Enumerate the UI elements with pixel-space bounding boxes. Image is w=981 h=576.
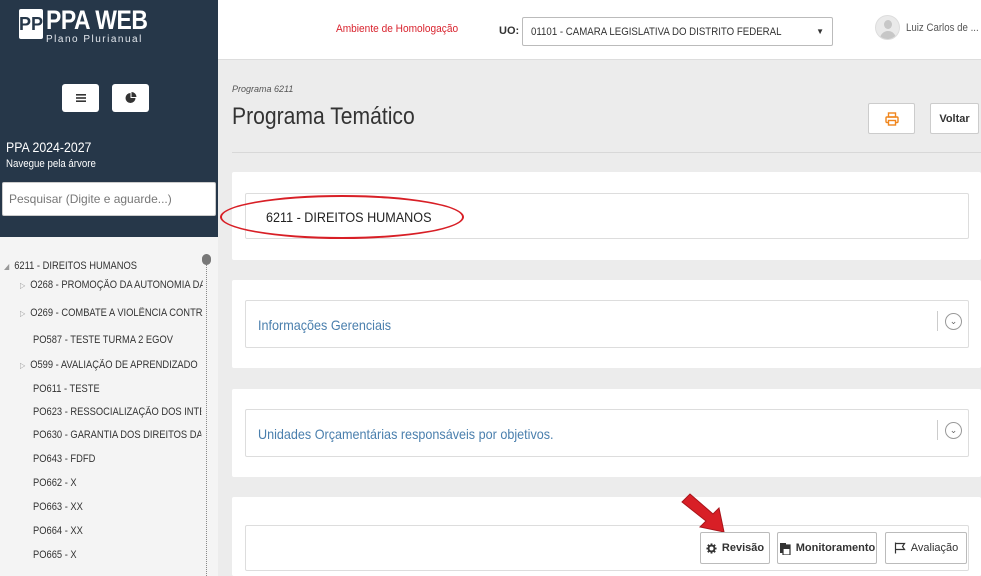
program-name: 6211 - DIREITOS HUMANOS <box>266 209 432 225</box>
tree-item[interactable]: PO665 - X <box>33 549 77 561</box>
revisao-button[interactable]: Revisão <box>700 532 770 564</box>
tree-item[interactable]: PO663 - XX <box>33 501 83 513</box>
divider <box>232 152 981 153</box>
gear-icon <box>706 542 717 554</box>
sidebar: PP PPA WEB Plano Plurianual PPA 2024-202… <box>0 0 218 576</box>
logo-badge-icon: PP <box>19 9 43 39</box>
back-button[interactable]: Voltar <box>930 103 979 134</box>
uo-select-value: 01101 - CAMARA LEGISLATIVA DO DISTRITO F… <box>531 25 782 38</box>
flag-icon <box>894 542 906 554</box>
tree-item[interactable]: ▷ O268 - PROMOÇÃO DA AUTONOMIA DA M <box>20 279 203 291</box>
print-icon <box>884 111 899 126</box>
tree-scrollbar-thumb[interactable] <box>202 254 211 265</box>
logo-title: PPA WEB <box>46 5 148 35</box>
avatar <box>875 15 900 40</box>
divider <box>937 311 938 331</box>
program-panel: 6211 - DIREITOS HUMANOS <box>232 172 981 260</box>
monitoramento-button[interactable]: Monitoramento <box>777 532 877 564</box>
top-bar: Ambiente de Homologação UO: 01101 - CAMA… <box>218 0 981 60</box>
tree-item[interactable]: PO623 - RESSOCIALIZAÇÃO DOS INTERN <box>33 406 201 418</box>
caret-down-icon: ▼ <box>816 27 824 36</box>
tree-scrollbar[interactable] <box>206 254 208 576</box>
logo-subtitle: Plano Plurianual <box>46 34 143 45</box>
units-panel: Unidades Orçamentárias responsáveis por … <box>232 389 981 477</box>
pie-chart-icon <box>125 92 136 103</box>
tree-item[interactable]: ▷ O599 - AVALIAÇÃO DE APRENDIZADO <box>20 359 198 371</box>
uo-select[interactable]: 01101 - CAMARA LEGISLATIVA DO DISTRITO F… <box>522 17 833 46</box>
tree-item[interactable]: ◢ 6211 - DIREITOS HUMANOS <box>4 260 137 272</box>
ppa-title: PPA 2024-2027 <box>6 139 92 155</box>
accordion-unidades-orcamentarias[interactable]: Unidades Orçamentárias responsáveis por … <box>245 409 969 457</box>
uo-label: UO: <box>499 25 520 37</box>
breadcrumb: Programa 6211 <box>232 84 294 94</box>
section-title-info-gerenciais: Informações Gerenciais <box>258 317 392 333</box>
expand-arrow-icon[interactable]: ▷ <box>20 281 30 290</box>
section-title-unidades: Unidades Orçamentárias responsáveis por … <box>258 426 554 442</box>
avaliacao-button[interactable]: Avaliação <box>885 532 967 564</box>
program-tree: ◢ 6211 - DIREITOS HUMANOS ▷ O268 - PROMOÇÃ… <box>0 254 218 576</box>
environment-label: Ambiente de Homologação <box>336 23 459 35</box>
tree-item[interactable]: PO611 - TESTE <box>33 383 100 395</box>
revisao-label: Revisão <box>721 542 765 554</box>
accordion-info-gerenciais[interactable]: Informações Gerenciais ⌄ <box>245 300 969 348</box>
collapse-arrow-icon[interactable]: ◢ <box>4 262 14 271</box>
user-name: Luiz Carlos de ... <box>906 21 979 34</box>
tree-item[interactable]: PO662 - X <box>33 477 77 489</box>
tree-item[interactable]: PO630 - GARANTIA DOS DIREITOS DA PE <box>33 429 201 441</box>
user-menu[interactable]: Luiz Carlos de ... ⌄ <box>875 15 981 40</box>
divider <box>937 420 938 440</box>
tree-item[interactable]: PO643 - FDFD <box>33 453 95 465</box>
ppa-subtitle: Navegue pela árvore <box>6 158 96 170</box>
program-name-box: 6211 - DIREITOS HUMANOS <box>245 193 969 239</box>
sidebar-header: PP PPA WEB Plano Plurianual PPA 2024-202… <box>0 0 218 237</box>
app-logo[interactable]: PP PPA WEB Plano Plurianual <box>19 7 166 45</box>
tree-search-input[interactable] <box>2 182 216 216</box>
menu-toggle-button[interactable] <box>62 84 99 112</box>
chart-button[interactable] <box>112 84 149 112</box>
hamburger-icon <box>75 94 86 102</box>
tree-item[interactable]: PO587 - TESTE TURMA 2 EGOV <box>33 334 173 346</box>
chevron-down-circle-icon[interactable]: ⌄ <box>945 313 962 330</box>
avaliacao-label: Avaliação <box>910 542 959 554</box>
page-title: Programa Temático <box>232 103 415 130</box>
tree-item[interactable]: ▷ O269 - COMBATE A VIOLÊNCIA CONTRA A <box>20 307 203 319</box>
print-button[interactable] <box>868 103 915 134</box>
document-icon <box>779 542 791 555</box>
expand-arrow-icon[interactable]: ▷ <box>20 361 30 370</box>
expand-arrow-icon[interactable]: ▷ <box>20 309 30 318</box>
info-panel: Informações Gerenciais ⌄ <box>232 280 981 368</box>
annotation-arrow-icon <box>681 493 725 533</box>
chevron-down-circle-icon[interactable]: ⌄ <box>945 422 962 439</box>
monitoramento-label: Monitoramento <box>795 542 876 554</box>
tree-item[interactable]: PO664 - XX <box>33 525 83 537</box>
